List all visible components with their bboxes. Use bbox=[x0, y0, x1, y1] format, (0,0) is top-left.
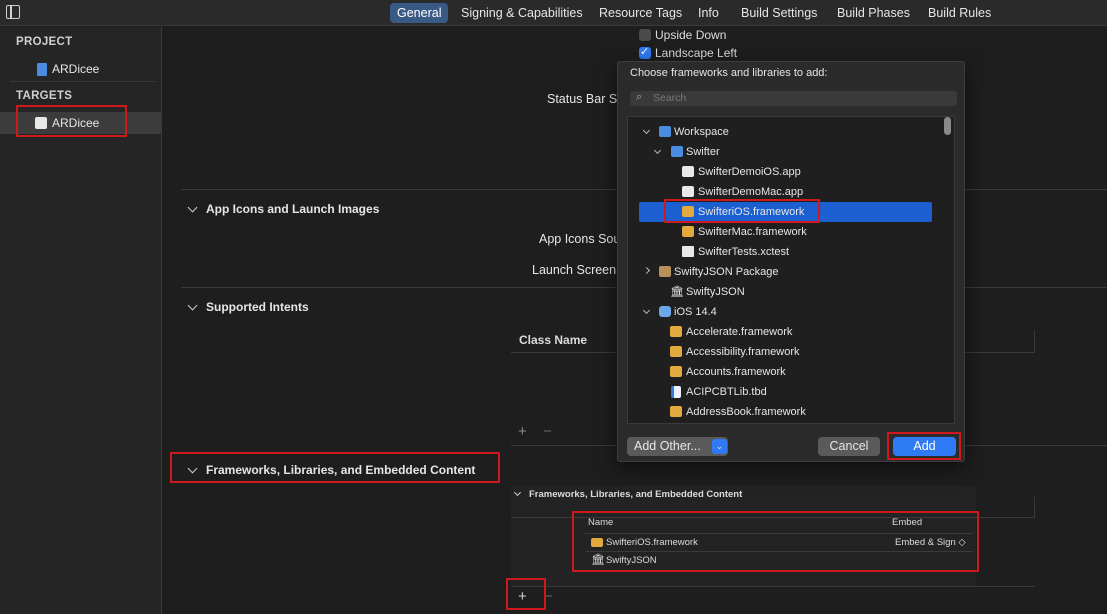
tree-row-label: AddressBook.framework bbox=[686, 406, 806, 418]
tree-row-sdk[interactable]: iOS 14.4 bbox=[628, 302, 954, 322]
class-name-column-header: Class Name bbox=[519, 333, 588, 347]
tree-row-label: SwifterMac.framework bbox=[698, 226, 807, 238]
chevron-right-icon[interactable] bbox=[642, 266, 651, 275]
upside-down-checkbox[interactable] bbox=[639, 29, 651, 41]
sdk-icon bbox=[659, 306, 671, 317]
divider bbox=[511, 586, 1035, 587]
chevron-down-icon[interactable] bbox=[187, 202, 198, 213]
tree-row-label: Accounts.framework bbox=[686, 366, 786, 378]
tree-row-test-bundle[interactable]: SwifterTests.xctest bbox=[628, 242, 954, 262]
tree-row-label: SwiftyJSON Package bbox=[674, 266, 779, 278]
cancel-button[interactable]: Cancel bbox=[818, 437, 880, 456]
tree-row-label: SwifterDemoiOS.app bbox=[698, 166, 801, 178]
tree-row-swifter[interactable]: Swifter bbox=[628, 142, 954, 162]
divider bbox=[10, 81, 155, 82]
app-icons-source-label: App Icons Sour bbox=[539, 232, 625, 246]
framework-icon bbox=[682, 226, 694, 237]
tab-info[interactable]: Info bbox=[691, 3, 726, 23]
chevron-down-icon[interactable] bbox=[642, 126, 651, 135]
annotation-highlight-selected-framework bbox=[664, 199, 820, 223]
search-icon: ⌕ bbox=[636, 91, 643, 103]
launch-screen-label: Launch Screen F bbox=[532, 263, 628, 277]
tbd-icon bbox=[671, 386, 681, 398]
tree-row-framework[interactable]: Accelerate.framework bbox=[628, 322, 954, 342]
status-bar-style-label: Status Bar Sty bbox=[547, 92, 627, 106]
section-supported-intents[interactable]: Supported Intents bbox=[206, 300, 309, 314]
tree-row-label: SwifterTests.xctest bbox=[698, 246, 790, 258]
tree-row-label: Accelerate.framework bbox=[686, 326, 793, 338]
tab-general[interactable]: General bbox=[390, 3, 449, 23]
remove-intent-button[interactable]: − bbox=[543, 423, 552, 440]
search-placeholder: Search bbox=[653, 92, 687, 104]
tree-row-app[interactable]: SwifterDemoiOS.app bbox=[628, 162, 954, 182]
landscape-left-label: Landscape Left bbox=[655, 46, 738, 60]
tab-resource-tags[interactable]: Resource Tags bbox=[592, 3, 689, 23]
tree-row-workspace[interactable]: Workspace bbox=[628, 122, 954, 142]
tab-build-rules[interactable]: Build Rules bbox=[921, 3, 998, 23]
section-app-icons[interactable]: App Icons and Launch Images bbox=[206, 202, 379, 216]
tree-row-label: Workspace bbox=[674, 126, 729, 138]
framework-icon bbox=[670, 326, 682, 337]
tree-row-label: Swifter bbox=[686, 146, 720, 158]
editor-tab-bar: General Signing & Capabilities Resource … bbox=[0, 0, 1107, 26]
project-icon bbox=[671, 146, 683, 157]
chevron-down-icon[interactable] bbox=[642, 306, 651, 315]
tab-build-phases[interactable]: Build Phases bbox=[830, 3, 917, 23]
annotation-highlight-add-button bbox=[887, 432, 961, 460]
framework-tree: Workspace Swifter SwifterDemoiOS.app Swi… bbox=[627, 116, 955, 424]
sidebar-item-label: ARDicee bbox=[52, 62, 100, 76]
project-section-header: PROJECT bbox=[16, 36, 73, 48]
landscape-left-checkbox[interactable] bbox=[639, 45, 651, 59]
tree-row-tbd[interactable]: ACIPCBTLib.tbd bbox=[628, 382, 954, 402]
embedded-panel-title: Frameworks, Libraries, and Embedded Cont… bbox=[529, 489, 743, 500]
package-icon bbox=[659, 266, 671, 277]
app-icon bbox=[682, 186, 694, 197]
annotation-highlight-frameworks-section bbox=[170, 452, 500, 483]
divider bbox=[1034, 497, 1035, 517]
divider bbox=[1034, 330, 1035, 352]
framework-icon bbox=[670, 366, 682, 377]
test-bundle-icon bbox=[682, 246, 694, 257]
tree-scrollbar[interactable] bbox=[944, 117, 951, 135]
tab-build-settings[interactable]: Build Settings bbox=[734, 3, 824, 23]
tree-row-label: iOS 14.4 bbox=[674, 306, 717, 318]
framework-icon bbox=[670, 406, 682, 417]
tree-row-label: SwiftyJSON bbox=[686, 286, 745, 298]
tree-row-framework[interactable]: Accessibility.framework bbox=[628, 342, 954, 362]
annotation-highlight-add-button bbox=[506, 578, 546, 610]
add-intent-button[interactable]: + bbox=[518, 423, 527, 440]
search-field[interactable]: ⌕ Search bbox=[630, 91, 957, 106]
framework-icon bbox=[670, 346, 682, 357]
tab-signing-capabilities[interactable]: Signing & Capabilities bbox=[454, 3, 590, 23]
add-other-button[interactable]: Add Other... ⌄ bbox=[627, 437, 728, 456]
chevron-down-icon[interactable] bbox=[187, 300, 198, 311]
tree-row-framework[interactable]: SwifterMac.framework bbox=[628, 222, 954, 242]
chevron-down-icon[interactable]: ⌄ bbox=[712, 439, 727, 454]
chevron-down-icon[interactable] bbox=[653, 146, 662, 155]
app-icon bbox=[682, 166, 694, 177]
targets-section-header: TARGETS bbox=[16, 90, 73, 102]
tree-row-label: ACIPCBTLib.tbd bbox=[686, 386, 767, 398]
tree-row-framework[interactable]: AddressBook.framework bbox=[628, 402, 954, 422]
chevron-down-icon bbox=[513, 488, 522, 497]
tree-row-framework[interactable]: Accounts.framework bbox=[628, 362, 954, 382]
sidebar-toggle-icon[interactable] bbox=[6, 5, 20, 19]
sidebar-item-project[interactable]: ARDicee bbox=[0, 58, 161, 80]
tree-row-library[interactable]: 🏛 SwiftyJSON bbox=[628, 282, 954, 302]
tree-row-label: Accessibility.framework bbox=[686, 346, 800, 358]
annotation-highlight-target bbox=[16, 105, 127, 137]
annotation-highlight-embedded-list bbox=[572, 511, 979, 572]
dialog-prompt: Choose frameworks and libraries to add: bbox=[630, 67, 828, 79]
upside-down-label: Upside Down bbox=[655, 28, 727, 42]
add-other-label: Add Other... bbox=[634, 439, 701, 453]
project-file-icon bbox=[37, 63, 47, 76]
tree-row-package[interactable]: SwiftyJSON Package bbox=[628, 262, 954, 282]
library-icon: 🏛 bbox=[670, 286, 684, 298]
workspace-icon bbox=[659, 126, 671, 137]
